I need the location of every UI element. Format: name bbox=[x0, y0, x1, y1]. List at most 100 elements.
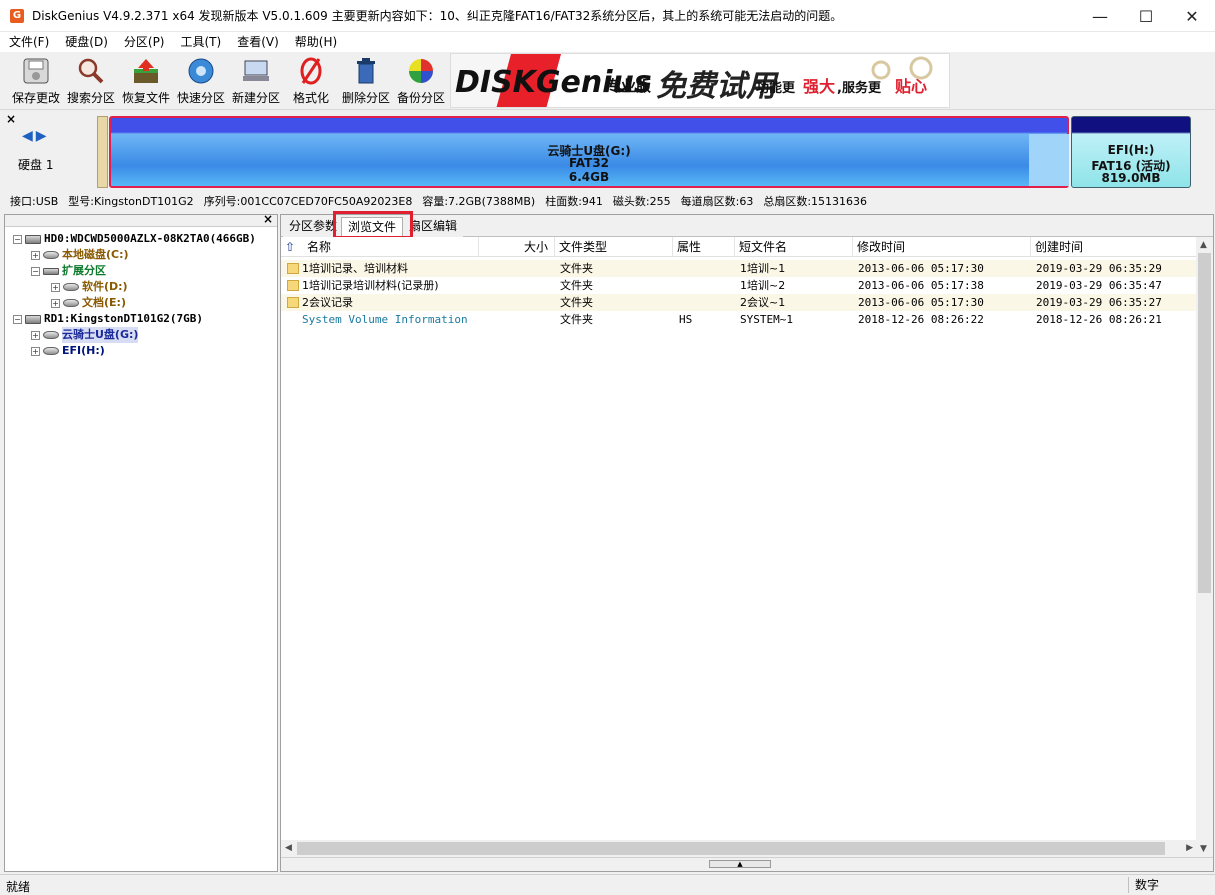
app-icon: G bbox=[10, 8, 24, 23]
quick-partition-button[interactable]: 快速分区 bbox=[173, 56, 229, 108]
expand-icon[interactable]: + bbox=[51, 298, 60, 308]
diskmap-close-icon[interactable]: × bbox=[6, 112, 16, 126]
up-folder-icon[interactable]: ⇧ bbox=[285, 240, 295, 254]
banner-edition: 专业版 bbox=[606, 77, 651, 95]
title-bar: G DiskGenius V4.9.2.371 x64 发现新版本 V5.0.1… bbox=[0, 0, 1215, 32]
partition-h-name: EFI(H:) bbox=[1107, 143, 1155, 157]
horizontal-scrollbar[interactable]: ◀ ▶ bbox=[281, 840, 1197, 857]
save-changes-label: 保存更改 bbox=[11, 91, 60, 105]
menu-bar: 文件(F) 硬盘(D) 分区(P) 工具(T) 查看(V) 帮助(H) bbox=[0, 32, 1215, 52]
tab-highlight-box bbox=[333, 211, 413, 239]
numlock-indicator: 数字 bbox=[1128, 877, 1178, 893]
content-panel: 分区参数 扇区编辑 浏览文件 ⇧ 名称 大小 文件类型 属性 短文件名 修改时间… bbox=[280, 211, 1214, 872]
file-row[interactable]: System Volume Information 文件夹 HS SYSTEM~… bbox=[281, 311, 1197, 328]
save-changes-button[interactable]: 保存更改 bbox=[8, 56, 64, 108]
file-row[interactable]: 1培训记录培训材料(记录册) 文件夹 1培训~2 2013-06-06 05:1… bbox=[281, 277, 1197, 294]
folder-icon bbox=[287, 263, 299, 274]
tree-item-extended[interactable]: − 扩展分区 bbox=[31, 263, 106, 279]
menu-view[interactable]: 查看(V) bbox=[228, 32, 286, 52]
expand-icon[interactable]: + bbox=[31, 330, 40, 340]
partition-h-block[interactable]: EFI(H:) FAT16 (活动) 819.0MB bbox=[1071, 116, 1191, 188]
banner-slogan1b: 强大 bbox=[803, 77, 835, 96]
scroll-left-icon[interactable]: ◀ bbox=[285, 843, 292, 853]
collapse-icon[interactable]: − bbox=[13, 314, 22, 324]
disk-interface: 接口:USB bbox=[10, 195, 59, 208]
recover-files-label: 恢复文件 bbox=[121, 91, 170, 105]
banner-slogan2: ,服务更 bbox=[837, 80, 882, 96]
disk-heads: 磁头数:255 bbox=[612, 195, 671, 208]
scroll-right-icon[interactable]: ▶ bbox=[1186, 843, 1193, 853]
partition-h-size: 819.0MB bbox=[1101, 171, 1161, 185]
file-row[interactable]: 2会议记录 文件夹 2会议~1 2013-06-06 05:17:30 2019… bbox=[281, 294, 1197, 311]
col-type[interactable]: 文件类型 bbox=[555, 237, 673, 257]
delete-icon bbox=[351, 56, 381, 86]
status-bar: 就绪 数字 bbox=[0, 874, 1215, 894]
delete-partition-label: 删除分区 bbox=[341, 91, 390, 105]
disk-nav-arrows[interactable]: ◀▶ bbox=[22, 128, 50, 144]
backup-partition-label: 备份分区 bbox=[396, 91, 445, 105]
partition-icon bbox=[43, 347, 59, 355]
disk-tree-panel: × − HD0:WDCWD5000AZLX-08K2TA0(466GB) + 本… bbox=[4, 212, 278, 872]
quick-partition-icon bbox=[186, 56, 216, 86]
tree-item-hd0[interactable]: − HD0:WDCWD5000AZLX-08K2TA0(466GB) bbox=[13, 231, 256, 247]
disk-label: 硬盘 1 bbox=[18, 158, 54, 172]
collapse-icon[interactable]: − bbox=[31, 266, 40, 276]
tree-item-c[interactable]: + 本地磁盘(C:) bbox=[31, 247, 129, 263]
expand-icon[interactable]: + bbox=[51, 282, 60, 292]
file-row[interactable]: 1培训记录、培训材料 文件夹 1培训~1 2013-06-06 05:17:30… bbox=[281, 260, 1197, 277]
disk-map: × ◀▶ 硬盘 1 云骑士U盘(G:) FAT32 6.4GB EFI(H:) … bbox=[0, 112, 1215, 210]
col-shortname[interactable]: 短文件名 bbox=[735, 237, 853, 257]
promo-banner[interactable]: DISKGenius 专业版 免费试用 功能更 强大 ,服务更 贴心 bbox=[450, 53, 950, 108]
vertical-scroll-thumb[interactable] bbox=[1198, 253, 1211, 593]
new-partition-label: 新建分区 bbox=[231, 91, 280, 105]
new-partition-button[interactable]: 新建分区 bbox=[228, 56, 284, 108]
tree-item-e[interactable]: + 文档(E:) bbox=[51, 295, 126, 311]
backup-partition-button[interactable]: 备份分区 bbox=[393, 56, 449, 108]
status-text: 就绪 bbox=[6, 880, 31, 894]
col-name[interactable]: 名称 bbox=[303, 237, 479, 257]
menu-file[interactable]: 文件(F) bbox=[0, 32, 56, 52]
disk-info-line: 接口:USB 型号:KingstonDT101G2 序列号:001CC07CED… bbox=[10, 193, 1210, 209]
recover-icon bbox=[131, 56, 161, 86]
partition-g-block[interactable]: 云骑士U盘(G:) FAT32 6.4GB bbox=[109, 116, 1069, 188]
tree-close-icon[interactable]: × bbox=[263, 212, 273, 226]
splitter-grip-icon[interactable]: ▲ bbox=[709, 860, 771, 868]
tree-item-rd1[interactable]: − RD1:KingstonDT101G2(7GB) bbox=[13, 311, 203, 327]
scroll-up-icon[interactable]: ▲ bbox=[1200, 240, 1207, 250]
expand-icon[interactable]: + bbox=[31, 346, 40, 356]
format-button[interactable]: 格式化 bbox=[283, 56, 339, 108]
collapse-icon[interactable]: − bbox=[13, 234, 22, 244]
disk-cylinders: 柱面数:941 bbox=[545, 195, 603, 208]
disk-total-sectors: 总扇区数:15131636 bbox=[763, 195, 868, 208]
horizontal-scroll-thumb[interactable] bbox=[297, 842, 1165, 855]
tree-item-d[interactable]: + 软件(D:) bbox=[51, 279, 128, 295]
search-partition-button[interactable]: 搜索分区 bbox=[63, 56, 119, 108]
minimize-button[interactable]: — bbox=[1077, 0, 1123, 32]
col-size[interactable]: 大小 bbox=[479, 237, 555, 257]
col-attr[interactable]: 属性 bbox=[673, 237, 735, 257]
tree-panel-header: × bbox=[5, 212, 277, 227]
delete-partition-button[interactable]: 删除分区 bbox=[338, 56, 394, 108]
col-created[interactable]: 创建时间 bbox=[1031, 237, 1197, 257]
recover-files-button[interactable]: 恢复文件 bbox=[118, 56, 174, 108]
expand-icon[interactable]: + bbox=[31, 250, 40, 260]
menu-help[interactable]: 帮助(H) bbox=[286, 32, 344, 52]
folder-icon bbox=[287, 297, 299, 308]
scroll-down-icon[interactable]: ▼ bbox=[1200, 844, 1207, 854]
free-space-strip[interactable] bbox=[97, 116, 108, 188]
menu-tools[interactable]: 工具(T) bbox=[172, 32, 229, 52]
panel-splitter[interactable]: ▲ bbox=[281, 857, 1213, 871]
backup-icon bbox=[406, 56, 436, 86]
format-label: 格式化 bbox=[292, 91, 329, 105]
close-button[interactable]: ✕ bbox=[1169, 0, 1215, 32]
removable-disk-icon bbox=[25, 314, 41, 324]
menu-disk[interactable]: 硬盘(D) bbox=[56, 32, 115, 52]
menu-partition[interactable]: 分区(P) bbox=[115, 32, 172, 52]
col-modified[interactable]: 修改时间 bbox=[853, 237, 1031, 257]
maximize-button[interactable]: ☐ bbox=[1123, 0, 1169, 32]
tree-item-g[interactable]: + 云骑士U盘(G:) bbox=[31, 327, 139, 343]
vertical-scrollbar[interactable]: ▲ ▼ bbox=[1196, 237, 1213, 857]
banner-slogan2b: 贴心 bbox=[895, 77, 927, 96]
save-icon bbox=[21, 56, 51, 86]
tree-item-h[interactable]: + EFI(H:) bbox=[31, 343, 105, 359]
